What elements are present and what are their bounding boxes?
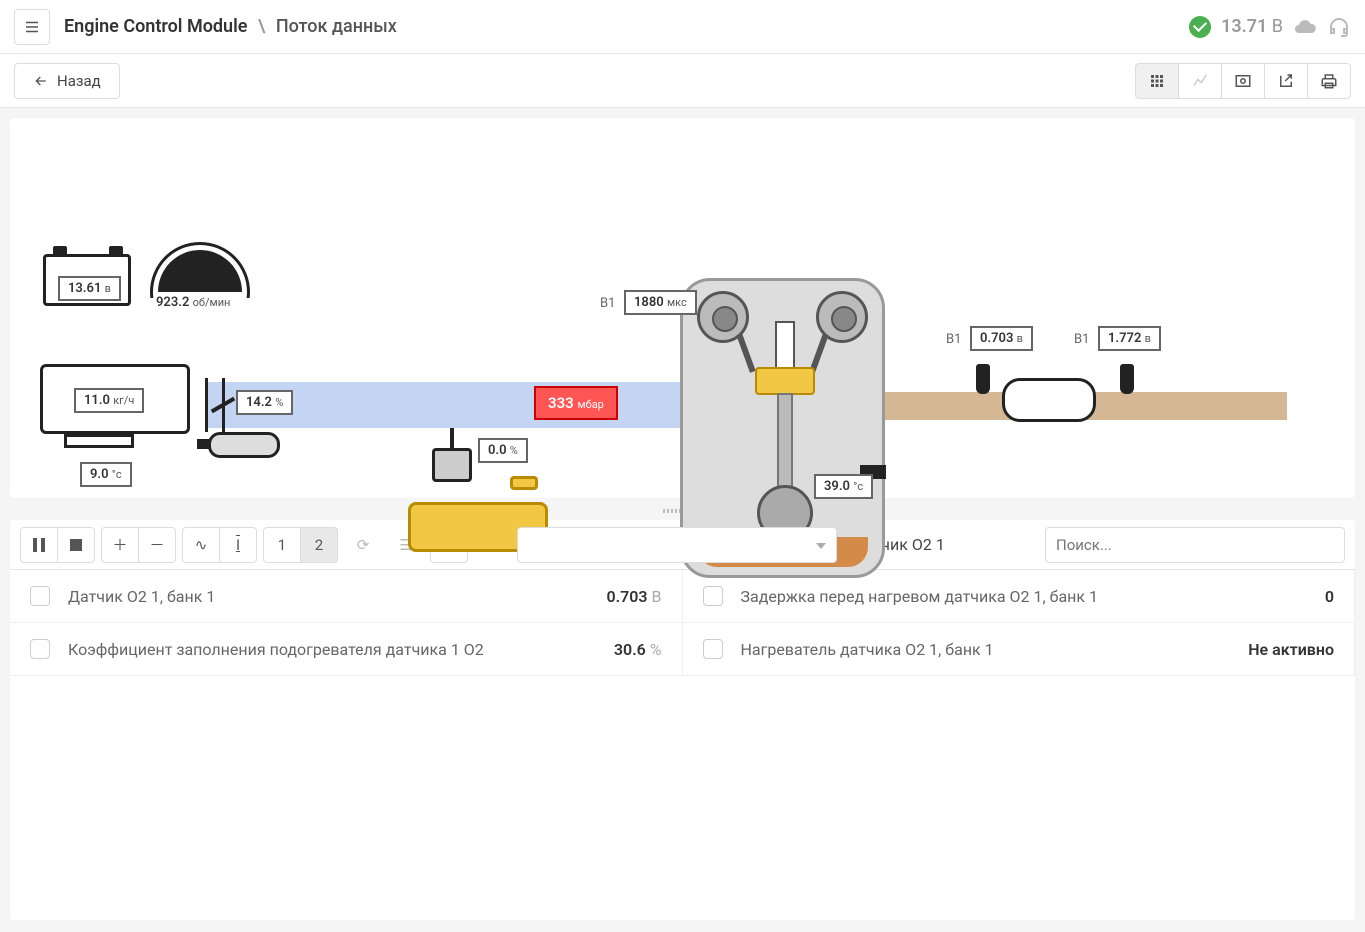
table-row: Коэффициент заполнения подогревателя дат… <box>10 623 683 676</box>
diagram-icon <box>1234 72 1252 90</box>
o2-post-label: B1 <box>1074 332 1089 347</box>
throttle-reading[interactable]: 14.2 % <box>236 390 293 415</box>
pause-icon <box>32 538 46 552</box>
export-icon <box>1277 72 1295 90</box>
parameter-grid: Датчик O2 1, банк 1 0.703 В Задержка пер… <box>10 570 1355 676</box>
cloud-icon[interactable] <box>1293 15 1317 39</box>
o2-post-reading[interactable]: 1.772 в <box>1098 326 1161 351</box>
connection-ok-icon <box>1189 16 1211 38</box>
table-row: Нагреватель датчика O2 1, банк 1 Не акти… <box>683 623 1356 676</box>
page-2-button[interactable]: 2 <box>300 527 338 563</box>
engine-diagram: 13.61 в 923.2 об/мин 11.0 кг/ч 9.0 °c 14… <box>10 118 1355 498</box>
param-value: 0.703 В <box>606 587 661 606</box>
remove-button[interactable]: － <box>138 527 176 563</box>
grid-icon <box>1148 72 1166 90</box>
battery-reading[interactable]: 13.61 в <box>58 276 121 301</box>
evap-reading[interactable]: 0.0 % <box>478 438 528 463</box>
data-toolbar: ＋ － ∿ I 1 2 ⟳ ☰ x ⇥ Датчик O2 1 <box>10 520 1355 570</box>
search-input[interactable] <box>1045 527 1345 563</box>
wave-button[interactable]: ∿ <box>182 527 220 563</box>
catalytic-converter-graphic <box>1002 378 1096 422</box>
menu-button[interactable] <box>14 9 50 45</box>
o2-pre-label: B1 <box>946 332 961 347</box>
back-label: Назад <box>57 72 101 90</box>
wave-icon: ∿ <box>195 536 208 554</box>
param-value: 0 <box>1325 587 1334 606</box>
iat-reading[interactable]: 9.0 °c <box>80 462 132 487</box>
refresh-icon: ⟳ <box>357 536 370 554</box>
stop-button[interactable] <box>57 527 95 563</box>
refresh-button[interactable]: ⟳ <box>344 527 382 563</box>
breadcrumb: Engine Control Module \ Поток данных <box>64 16 397 37</box>
map-reading[interactable]: 333 мбар <box>534 386 618 420</box>
view-diagram-button[interactable] <box>1221 63 1265 99</box>
arrow-left-icon <box>33 73 49 89</box>
injector-reading[interactable]: 1880 мкс <box>624 290 697 315</box>
param-value: 30.6 % <box>614 640 662 659</box>
export-button[interactable] <box>1264 63 1308 99</box>
view-chart-button[interactable] <box>1178 63 1222 99</box>
tachometer-graphic <box>150 242 250 298</box>
minus-icon: － <box>149 534 164 555</box>
pause-button[interactable] <box>20 527 58 563</box>
param-name: Коэффициент заполнения подогревателя дат… <box>68 640 614 659</box>
o2-sensor-pre-graphic <box>976 364 990 394</box>
param-value: Не активно <box>1248 640 1334 659</box>
o2-pre-reading[interactable]: 0.703 в <box>970 326 1033 351</box>
throttle-graphic <box>205 378 225 432</box>
app-header: Engine Control Module \ Поток данных 13.… <box>0 0 1365 54</box>
sub-header: Назад <box>0 54 1365 108</box>
back-button[interactable]: Назад <box>14 63 120 99</box>
param-name: Датчик O2 1, банк 1 <box>68 587 606 606</box>
row-checkbox[interactable] <box>703 639 723 659</box>
data-panel: ＋ － ∿ I 1 2 ⟳ ☰ x ⇥ Датчик O2 1 Датчик O… <box>10 520 1355 920</box>
view-grid-button[interactable] <box>1135 63 1179 99</box>
print-button[interactable] <box>1307 63 1351 99</box>
text-icon: I <box>236 536 240 554</box>
chart-line-icon <box>1191 72 1209 90</box>
ect-reading[interactable]: 39.0 °c <box>814 474 873 499</box>
breadcrumb-page: Поток данных <box>276 16 397 37</box>
stop-icon <box>69 538 83 552</box>
breadcrumb-module: Engine Control Module <box>64 16 247 37</box>
row-checkbox[interactable] <box>703 586 723 606</box>
o2-sensor-post-graphic <box>1120 364 1134 394</box>
add-button[interactable]: ＋ <box>101 527 139 563</box>
parameter-combo[interactable] <box>517 527 837 563</box>
support-headset-icon[interactable] <box>1327 15 1351 39</box>
param-name: Нагреватель датчика O2 1, банк 1 <box>741 640 1249 659</box>
plus-icon: ＋ <box>112 534 127 555</box>
injector-b1-label: B1 <box>600 296 615 311</box>
fuel-rail-graphic <box>208 432 280 458</box>
row-checkbox[interactable] <box>30 586 50 606</box>
row-checkbox[interactable] <box>30 639 50 659</box>
table-row: Датчик O2 1, банк 1 0.703 В <box>10 570 683 623</box>
rpm-reading[interactable]: 923.2 об/мин <box>148 292 238 313</box>
maf-reading[interactable]: 11.0 кг/ч <box>74 388 144 413</box>
menu-icon <box>23 18 41 36</box>
text-button[interactable]: I <box>219 527 257 563</box>
print-icon <box>1320 72 1338 90</box>
page-1-button[interactable]: 1 <box>263 527 301 563</box>
battery-voltage: 13.71 В <box>1221 16 1283 37</box>
param-name: Задержка перед нагревом датчика O2 1, ба… <box>741 587 1325 606</box>
